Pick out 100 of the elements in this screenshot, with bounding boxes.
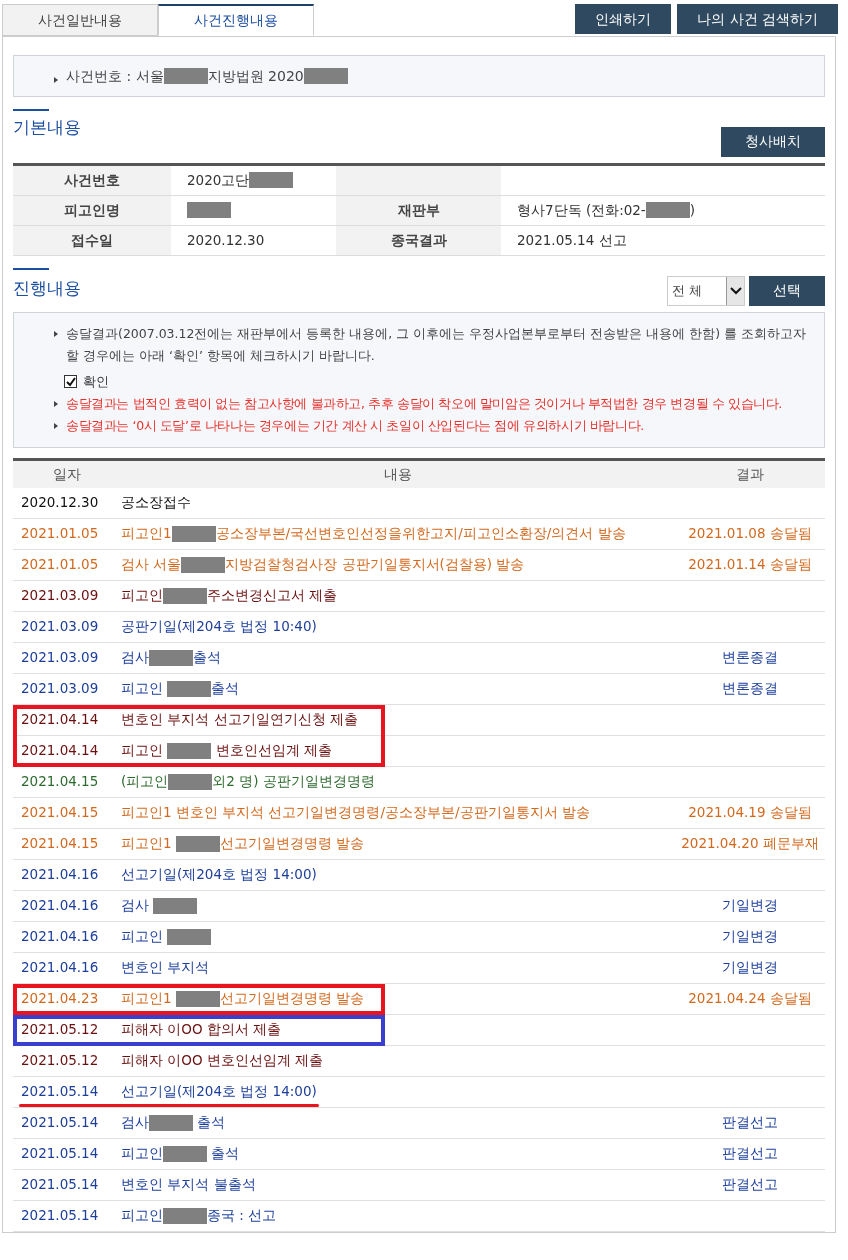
redaction-block bbox=[175, 990, 220, 1007]
checkbox-label: 확인 bbox=[83, 372, 109, 391]
result-cell-text: 2021.01.14 송달됨 bbox=[687, 555, 813, 575]
entry-text: 피고인1 bbox=[121, 989, 173, 1009]
date-cell-text: 2021.04.15 bbox=[20, 772, 100, 792]
field-value: 2020.12.30 bbox=[187, 230, 265, 250]
entry-text: 피고인1 bbox=[121, 524, 172, 544]
date-cell-text: 2021.03.09 bbox=[20, 679, 100, 699]
notice-text: 송달결과는 법적인 효력이 없는 참고사항에 불과하고, 추후 송달이 착오에 말미암은 것이거나 부적법한 경우 변경될 수 있습니다. bbox=[66, 394, 782, 413]
entry-text: 검사 bbox=[121, 648, 149, 668]
date-cell-text: 2021.03.09 bbox=[20, 648, 100, 668]
entry-text: 검사 서울 bbox=[121, 555, 182, 575]
action-button[interactable]: 나의 사건 검색하기 bbox=[677, 4, 838, 34]
entry-text: 공판기일(제204호 법정 10:40) bbox=[121, 617, 317, 637]
date-cell-text: 2021.05.14 bbox=[20, 1144, 100, 1164]
date-cell-text: 2021.01.05 bbox=[20, 555, 100, 575]
entry-text: 선고기일(제204호 법정 14:00) bbox=[121, 865, 317, 885]
date-cell-text: 2021.04.23 bbox=[20, 989, 100, 1009]
date-cell-text: 2021.05.14 bbox=[20, 1113, 100, 1133]
entry-text: 검사 bbox=[121, 896, 150, 916]
redaction-block bbox=[153, 897, 198, 914]
result-cell-text: 변론종결 bbox=[721, 648, 779, 668]
field-label: 피고인명 bbox=[64, 200, 120, 220]
field-value: 2020고단 bbox=[187, 170, 250, 190]
redaction-block bbox=[168, 773, 213, 790]
date-cell-text: 2021.05.14 bbox=[20, 1082, 100, 1102]
entry-text: 피해자 이OO 변호인선임계 제출 bbox=[121, 1051, 324, 1071]
date-cell-text: 2021.04.15 bbox=[20, 803, 100, 823]
result-cell-text: 변론종결 bbox=[721, 679, 779, 699]
notice-text: 송달결과는 ‘0시 도달’로 나타나는 경우에는 기간 계산 시 초일이 산입된다는 점에 유의하시기 바랍니다. bbox=[66, 416, 644, 435]
result-cell-text: 2021.01.08 송달됨 bbox=[687, 524, 813, 544]
redaction-block bbox=[163, 587, 207, 604]
entry-text: 피고인 bbox=[121, 741, 164, 761]
field-label: 사건번호 bbox=[64, 170, 120, 190]
tab[interactable]: 사건일반내용 bbox=[2, 4, 158, 36]
column-header: 일자 bbox=[52, 464, 82, 484]
entry-text: 피고인 bbox=[121, 1206, 163, 1226]
entry-text: 피고인 bbox=[121, 1144, 163, 1164]
bullet-icon bbox=[54, 330, 58, 337]
entry-text: (피고인 bbox=[121, 772, 169, 792]
entry-text: 피고인 bbox=[121, 586, 163, 606]
result-cell-text: 판결선고 bbox=[721, 1113, 779, 1133]
entry-text: 피고인1 bbox=[121, 834, 173, 854]
entry-text: 공소장부본/국선변호인선정을위한고지/피고인소환장/의견서 발송 bbox=[215, 524, 626, 544]
redaction-block bbox=[167, 680, 212, 697]
entry-text: 변호인 부지석 선고기일연기신청 제출 bbox=[121, 710, 358, 730]
redaction-block bbox=[187, 202, 231, 218]
entry-text: 외2 명) 공판기일변경명령 bbox=[212, 772, 375, 792]
section-title: 기본내용 bbox=[13, 116, 81, 139]
redaction-block bbox=[181, 556, 226, 573]
date-cell-text: 2021.04.16 bbox=[20, 927, 100, 947]
date-cell-text: 2021.03.09 bbox=[20, 586, 100, 606]
field-value: 2021.05.14 선고 bbox=[517, 230, 627, 250]
date-cell-text: 2021.05.14 bbox=[20, 1175, 100, 1195]
date-cell-text: 2021.05.14 bbox=[20, 1206, 100, 1226]
entry-text: 변호인선임계 제출 bbox=[214, 741, 332, 761]
entry-text: 변호인 부지석 불출석 bbox=[121, 1175, 256, 1195]
entry-text: 출석 bbox=[193, 648, 221, 668]
redaction-block bbox=[149, 1114, 193, 1131]
entry-text: 피고인 bbox=[121, 927, 164, 947]
field-label: 종국결과 bbox=[390, 230, 447, 250]
entry-text: 피고인1 변호인 부지석 선고기일변경명령/공소장부본/공판기일통지서 발송 bbox=[121, 803, 590, 823]
action-button[interactable]: 인쇄하기 bbox=[575, 4, 672, 34]
field-value: 형사7단독 (전화:02- bbox=[517, 200, 646, 220]
filter-select[interactable]: 전 체 bbox=[667, 275, 745, 306]
redaction-block bbox=[163, 1207, 207, 1224]
date-cell-text: 2021.04.14 bbox=[20, 710, 100, 730]
entry-text: 선고기일변경명령 발송 bbox=[219, 834, 365, 854]
date-cell-text: 2021.04.14 bbox=[20, 741, 100, 761]
select-button[interactable]: 선택 bbox=[749, 275, 825, 306]
result-cell-text: 2021.04.24 송달됨 bbox=[687, 989, 813, 1009]
column-header: 결과 bbox=[735, 464, 765, 484]
dropdown-caret-icon bbox=[726, 276, 744, 305]
entry-text: 검사 bbox=[121, 1113, 149, 1133]
checkbox[interactable] bbox=[64, 375, 77, 388]
redaction-block bbox=[163, 68, 208, 84]
notice-text: 송달결과(2007.03.12전에는 재판부에서 등록한 내용에, 그 이후에는 우정사업본부로부터 전송받은 내용에 한함) 를 조회하고자 할 경우에는 아래 ‘확인’ 항목에 체크하시기 바랍니다. bbox=[66, 324, 807, 365]
result-cell-text: 기일변경 bbox=[721, 958, 779, 978]
date-cell-text: 2021.04.16 bbox=[20, 865, 100, 885]
date-cell-text: 2021.04.16 bbox=[20, 958, 100, 978]
field-label: 접수일 bbox=[71, 230, 113, 250]
tab[interactable]: 사건진행내용 bbox=[158, 4, 314, 36]
entry-text: 주소변경신고서 제출 bbox=[207, 586, 338, 606]
entry-text: 출석 bbox=[196, 1113, 226, 1133]
result-cell-text: 2021.04.19 송달됨 bbox=[687, 803, 813, 823]
redaction-block bbox=[163, 1145, 207, 1162]
result-cell-text: 판결선고 bbox=[721, 1175, 779, 1195]
field-value: ) bbox=[689, 200, 696, 220]
field-label: 재판부 bbox=[397, 200, 440, 220]
entry-text: 변호인 부지석 bbox=[121, 958, 210, 978]
section-title: 진행내용 bbox=[13, 276, 81, 300]
result-cell-text: 판결선고 bbox=[721, 1144, 779, 1164]
date-cell-text: 2021.05.12 bbox=[20, 1051, 100, 1071]
case-number-text: 사건번호 : 서울 bbox=[66, 66, 164, 86]
date-cell-text: 2021.01.05 bbox=[20, 524, 100, 544]
building-layout-button[interactable]: 청사배치 bbox=[721, 126, 825, 157]
entry-text: 선고기일(제204호 법정 14:00) bbox=[121, 1082, 317, 1102]
date-cell-text: 2021.04.16 bbox=[20, 896, 100, 916]
redaction-block bbox=[303, 68, 348, 84]
bullet-icon bbox=[54, 422, 58, 429]
